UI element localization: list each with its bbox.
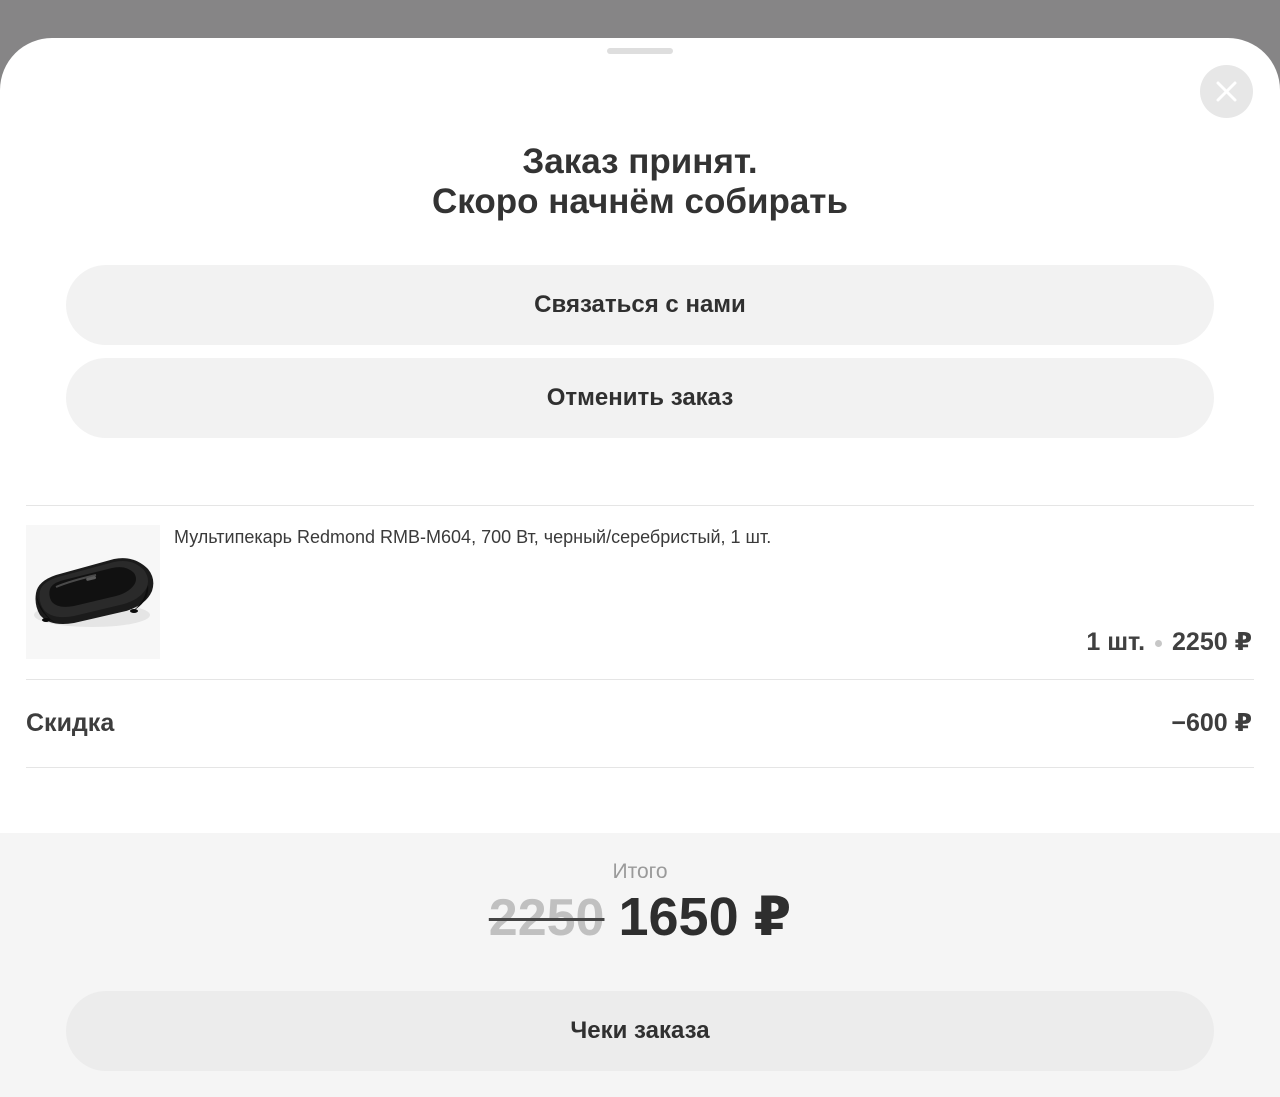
product-price: 2250 ₽ [1172,628,1252,656]
close-icon [1216,81,1237,102]
divider [26,505,1254,506]
order-status-title-line1: Заказ принят. [522,142,758,181]
discount-value: −600 ₽ [1171,709,1252,737]
total-amount: 2250 1650 ₽ [0,885,1280,963]
order-bottom-sheet: Заказ принят. Скоро начнём собирать Связ… [0,38,1280,1097]
order-receipts-button[interactable]: Чеки заказа [66,991,1214,1071]
total-label: Итого [612,860,668,883]
divider [26,767,1254,768]
product-image [26,525,160,659]
discount-label: Скидка [26,709,115,737]
sandwich-maker-image [26,525,160,659]
separator-dot [1155,639,1163,647]
new-total-price: 1650 ₽ [618,887,792,947]
cancel-order-button[interactable]: Отменить заказ [66,358,1214,438]
old-total-price: 2250 [488,889,605,947]
product-name: Мультипекарь Redmond RMB-M604, 700 Вт, ч… [174,527,772,547]
order-status-title-line2: Скоро начнём собирать [432,182,848,221]
product-quantity: 1 шт. [1086,628,1146,656]
divider [26,679,1254,680]
product-quantity-price: 1 шт. 2250 ₽ [1086,625,1252,659]
order-status-title: Заказ принят. Скоро начнём собирать [0,142,1280,222]
sheet-grabber-handle[interactable] [607,48,673,54]
contact-us-button[interactable]: Связаться с нами [66,265,1214,345]
order-summary-footer: Итого 2250 1650 ₽ Чеки заказа [0,833,1280,1097]
close-button[interactable] [1200,65,1253,118]
